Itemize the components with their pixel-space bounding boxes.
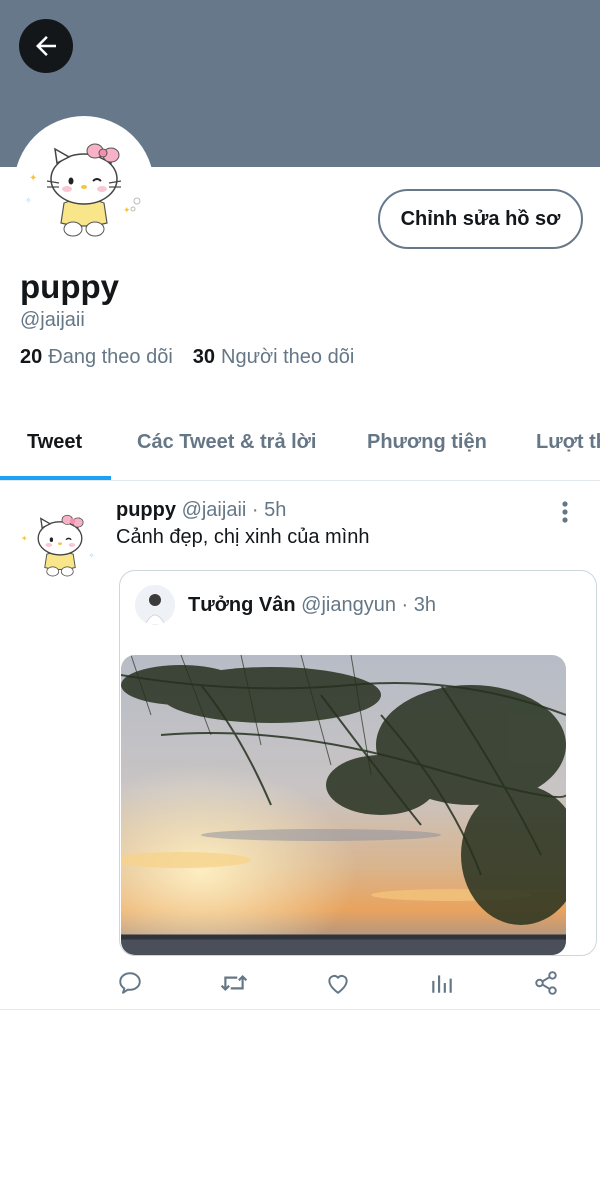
retweet-icon <box>220 975 248 991</box>
tab-likes[interactable]: Lượt thích <box>536 404 600 480</box>
following-label: Đang theo dõi <box>48 346 173 368</box>
sunset-landscape-image <box>121 655 566 955</box>
tab-tweets-and-replies[interactable]: Các Tweet & trả lời <box>137 404 316 480</box>
heart-icon <box>328 975 348 994</box>
tweet-text: Cảnh đẹp, chị xinh của mình <box>116 526 370 548</box>
share-button[interactable] <box>531 968 561 998</box>
analytics-button[interactable] <box>427 968 457 998</box>
retweet-button[interactable] <box>219 968 249 998</box>
hello-kitty-avatar-icon: ✦ ✧ ✦ <box>21 123 147 249</box>
arrow-left-icon <box>36 36 56 56</box>
profile-avatar[interactable]: ✦ ✧ ✦ <box>14 116 154 256</box>
tweet-time[interactable]: 5h <box>264 499 286 521</box>
analytics-icon <box>432 975 452 993</box>
svg-text:✧: ✧ <box>25 196 32 205</box>
svg-text:✦: ✦ <box>29 173 37 184</box>
tweet-separator: · <box>251 499 259 521</box>
person-photo-icon <box>135 585 175 625</box>
tab-media[interactable]: Phương tiện <box>367 404 487 480</box>
quoted-separator: · <box>401 594 409 616</box>
profile-tabs: Tweet Các Tweet & trả lời Phương tiện Lư… <box>0 404 600 481</box>
like-button[interactable] <box>323 968 353 998</box>
followers-label: Người theo dõi <box>221 346 355 368</box>
quoted-tweet-header: Tưởng Vân @jiangyun · 3h <box>188 594 436 617</box>
quoted-tweet[interactable]: Tưởng Vân @jiangyun · 3h <box>119 570 597 956</box>
svg-text:✦: ✦ <box>21 534 28 543</box>
quoted-author-handle: @jiangyun <box>301 594 396 616</box>
tweet-item[interactable]: ✦ ✧ puppy @jaijaii · 5h Cảnh đẹp, chị xi… <box>0 482 600 1010</box>
edit-profile-button[interactable]: Chỉnh sửa hồ sơ <box>378 189 583 249</box>
reply-icon <box>119 972 141 994</box>
profile-handle: @jaijaii <box>20 309 85 331</box>
tweet-author-handle: @jaijaii <box>181 499 247 521</box>
hello-kitty-avatar-icon: ✦ ✧ <box>21 514 95 577</box>
following-count: 20 <box>20 346 43 368</box>
quoted-author-name: Tưởng Vân <box>188 594 296 616</box>
quoted-author-avatar[interactable] <box>135 585 175 625</box>
reply-button[interactable] <box>115 968 145 998</box>
svg-text:✧: ✧ <box>88 551 94 560</box>
followers-stat[interactable]: 30 Người theo dõi <box>193 346 355 369</box>
back-button[interactable] <box>19 19 73 73</box>
tweet-header: puppy @jaijaii · 5h <box>116 499 286 522</box>
more-vertical-icon <box>562 501 568 523</box>
tab-tweets[interactable]: Tweet <box>27 404 82 480</box>
followers-count: 30 <box>192 346 216 368</box>
profile-name: puppy <box>20 268 119 305</box>
tweet-author-name[interactable]: puppy <box>116 499 176 521</box>
quoted-tweet-photo[interactable] <box>121 655 566 955</box>
share-icon <box>535 971 557 995</box>
active-tab-indicator <box>0 476 111 480</box>
profile-stats: 20 Đang theo dõi 30 Người theo dõi <box>20 346 354 369</box>
quoted-time: 3h <box>413 594 437 616</box>
svg-text:✦: ✦ <box>123 206 131 216</box>
tweet-actions <box>0 968 600 998</box>
following-stat[interactable]: 20 Đang theo dõi <box>20 346 173 369</box>
tweet-author-avatar[interactable]: ✦ ✧ <box>17 500 103 586</box>
tweet-more-button[interactable] <box>552 498 578 526</box>
